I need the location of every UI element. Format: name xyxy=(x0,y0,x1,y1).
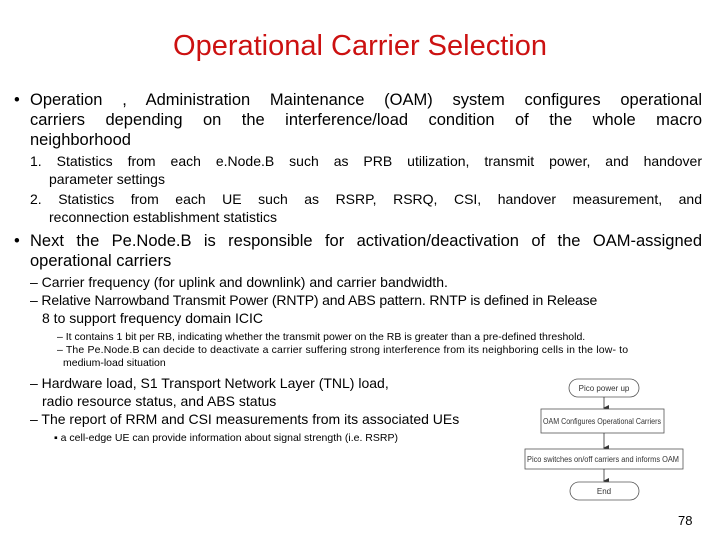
flow-node-label: Pico switches on/off carriers and inform… xyxy=(527,455,679,464)
flowchart: Pico power up OAM Configures Operational… xyxy=(524,378,684,501)
flow-node-pico-power-up: Pico power up xyxy=(568,378,640,398)
flow-node-end: End xyxy=(569,481,640,501)
flow-node-label: End xyxy=(597,487,611,496)
page-number: 78 xyxy=(678,513,693,528)
flow-node-pico-switches: Pico switches on/off carriers and inform… xyxy=(524,448,684,470)
flow-node-label: Pico power up xyxy=(579,384,630,393)
flow-node-label: OAM Configures Operational Carriers xyxy=(543,417,661,426)
flow-node-oam-configures: OAM Configures Operational Carriers xyxy=(540,408,665,434)
